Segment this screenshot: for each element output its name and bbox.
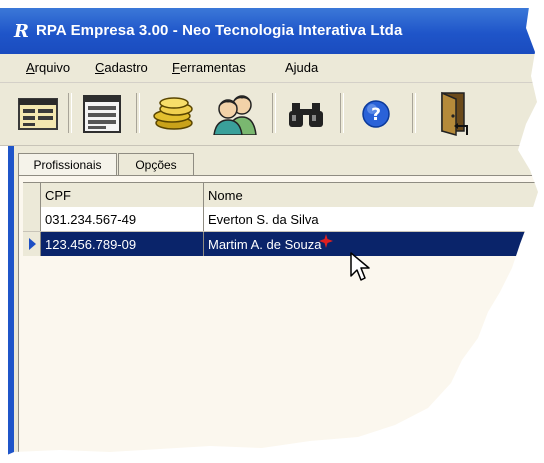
coins-stack-icon [153,97,193,130]
app-logo-icon: R [14,21,29,42]
tab-profissionais[interactable]: Profissionais [18,153,117,175]
triangle-right-icon [28,238,36,250]
toolbar-separator [136,93,140,133]
cell-nome[interactable]: Everton S. da Silva [204,207,544,231]
card-form-button[interactable] [14,91,62,137]
exit-door-icon [441,91,468,136]
svg-text:?: ? [371,105,381,125]
grid-form-button[interactable] [78,91,126,137]
mouse-pointer-icon [350,252,370,281]
cell-cpf[interactable]: 123.456.789-09 [41,232,204,256]
cell-nome[interactable]: Martim A. de Souza [204,232,544,256]
toolbar: ? [0,83,540,146]
tab-opcoes[interactable]: Opções [118,153,194,175]
toolbar-separator [272,93,276,133]
help-icon: ? [362,100,390,128]
binoculars-icon [289,103,323,127]
click-marker-icon [319,234,334,248]
tab-panel: CPF Nome 031.234.567-49 Everton S. da Si… [18,175,544,459]
card-form-icon [18,98,58,130]
cell-cpf[interactable]: 031.234.567-49 [41,207,204,231]
title-bar[interactable]: R RPA Empresa 3.00 - Neo Tecnologia Inte… [0,8,540,54]
column-header-cpf[interactable]: CPF [41,183,204,207]
window-title: RPA Empresa 3.00 - Neo Tecnologia Intera… [36,22,403,39]
current-row-indicator [23,232,41,256]
coins-button[interactable] [150,91,198,137]
menu-bar: Arquivo Cadastro Ferramentas Ajuda [0,54,540,83]
cell-nome-text: Martim A. de Souza [208,236,322,252]
row-indicator [23,207,41,231]
help-button[interactable]: ? [352,91,400,137]
grid-form-icon [83,95,121,133]
search-button[interactable] [282,91,330,137]
menu-arquivo[interactable]: Arquivo [26,60,70,75]
toolbar-separator [68,93,72,133]
toolbar-separator [412,93,416,133]
table-row-selected[interactable]: 123.456.789-09 Martim A. de Souza [23,232,544,256]
grid-header: CPF Nome [23,182,544,208]
exit-button[interactable] [428,91,476,137]
column-header-nome[interactable]: Nome [204,183,544,207]
menu-cadastro[interactable]: Cadastro [95,60,148,75]
menu-ferramentas[interactable]: Ferramentas [172,60,246,75]
row-indicator-header [23,183,41,207]
table-row[interactable]: 031.234.567-49 Everton S. da Silva [23,207,544,232]
users-button[interactable] [212,91,260,137]
users-icon [213,95,257,135]
menu-ajuda[interactable]: Ajuda [285,60,318,75]
toolbar-separator [340,93,344,133]
